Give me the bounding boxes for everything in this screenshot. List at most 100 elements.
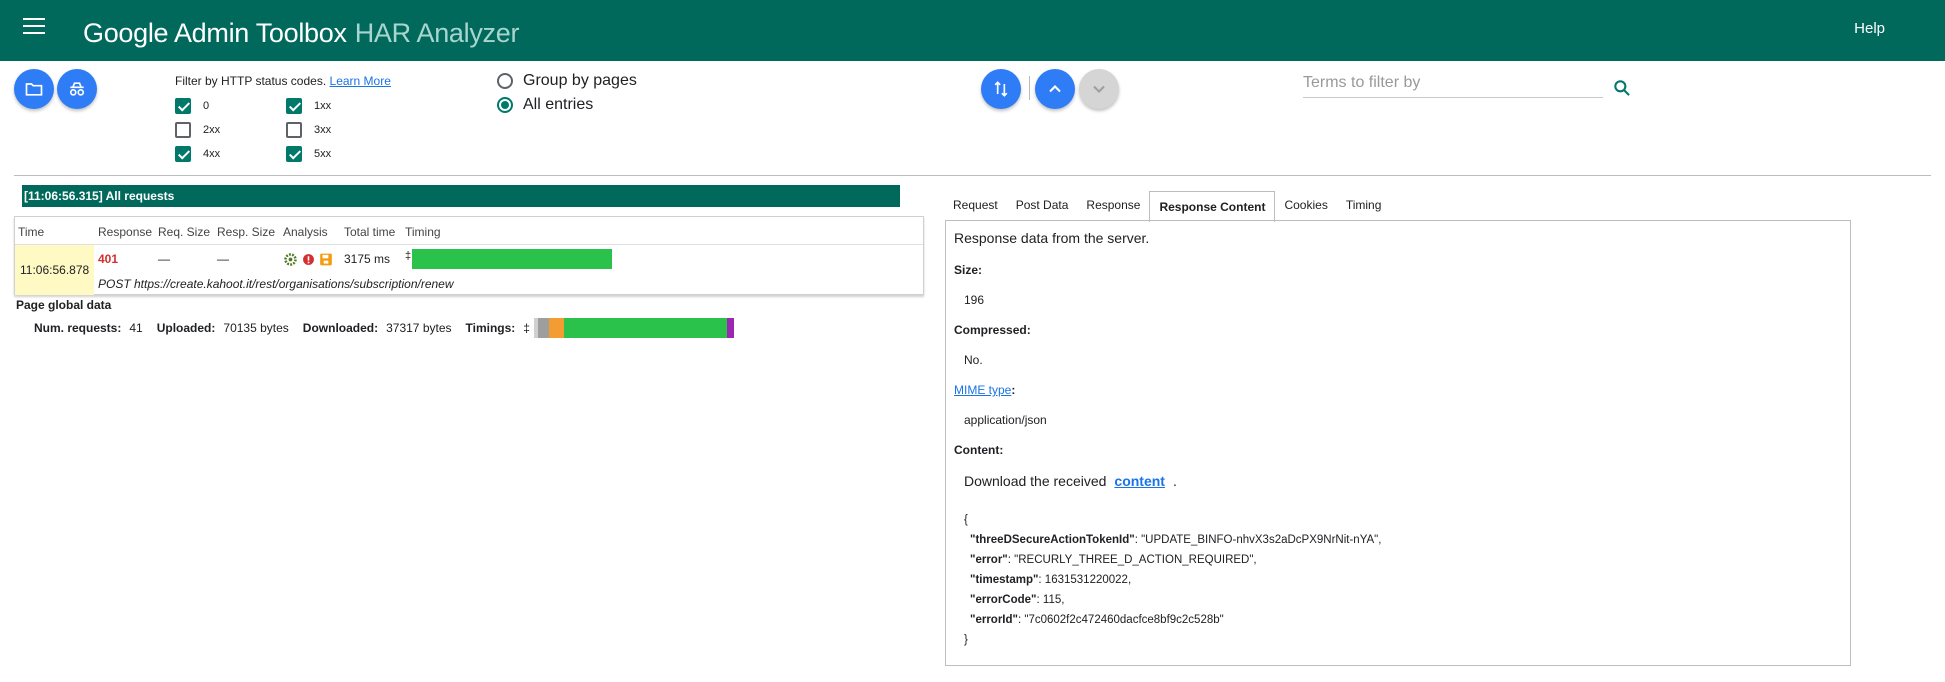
filter-search-input[interactable]: Terms to filter by (1303, 70, 1603, 98)
panel-description: Response data from the server. (954, 230, 1150, 246)
top-app-bar: Google Admin Toolbox HAR Analyzer Help (0, 0, 1945, 61)
json-key: "error" (970, 554, 1008, 566)
json-line: "timestamp": 1631531220022, (964, 570, 1381, 590)
open-file-button[interactable] (14, 69, 54, 109)
uploaded-label: Uploaded: (156, 321, 216, 335)
json-line: "errorId": "7c0602f2c472460dacfce8bf9c2c… (964, 610, 1381, 630)
tab-request[interactable]: Request (944, 190, 1007, 221)
toolbar-separator (1029, 76, 1030, 100)
filter-checkbox-3xx[interactable]: 3xx (286, 122, 331, 138)
tab-response-content[interactable]: Response Content (1149, 191, 1276, 222)
folder-icon (25, 83, 43, 96)
tool-name: HAR Analyzer (354, 18, 520, 48)
incognito-button[interactable] (57, 69, 97, 109)
checkbox[interactable] (286, 98, 302, 114)
mime-type-label: MIME type: (954, 383, 1015, 397)
download-suffix: . (1172, 473, 1177, 489)
filter-checkbox-4xx[interactable]: 4xx (175, 146, 220, 162)
previous-entry-button[interactable] (1035, 69, 1075, 109)
json-key: "timestamp" (970, 574, 1039, 586)
checkbox[interactable] (286, 146, 302, 162)
json-line: "error": "RECURLY_THREE_D_ACTION_REQUIRE… (964, 550, 1381, 570)
checkbox[interactable] (175, 98, 191, 114)
json-line: "errorCode": 115, (964, 590, 1381, 610)
global-timing-bar[interactable] (533, 318, 734, 338)
header-divider (15, 244, 923, 245)
req-size-value: — (158, 252, 170, 266)
column-header-total-time[interactable]: Total time (344, 225, 395, 239)
filter-checkbox-5xx[interactable]: 5xx (286, 146, 331, 162)
chevron-down-icon (1093, 85, 1105, 93)
checkbox[interactable] (175, 122, 191, 138)
sort-button[interactable] (981, 69, 1021, 109)
num-requests-value: 41 (129, 321, 143, 335)
radio-dot[interactable] (497, 73, 513, 89)
page-group-header[interactable]: [11:06:56.315] All requests (22, 185, 900, 207)
checkbox-label: 5xx (314, 148, 332, 160)
json-key: "threeDSecureActionTokenId" (970, 534, 1135, 546)
radio-dot[interactable] (497, 97, 513, 113)
column-header-timing[interactable]: Timing (405, 225, 441, 239)
timing-segment-wait (563, 318, 727, 338)
column-header-response[interactable]: Response (98, 225, 152, 239)
column-header-req-size[interactable]: Req. Size (158, 225, 210, 239)
divider (14, 175, 1931, 176)
tab-post-data[interactable]: Post Data (1007, 190, 1078, 221)
filter-checkbox-1xx[interactable]: 1xx (286, 98, 331, 114)
next-entry-button[interactable] (1079, 69, 1119, 109)
filter-checkbox-2xx[interactable]: 2xx (175, 122, 220, 138)
status-code[interactable]: 401 (98, 252, 118, 266)
gear-icon[interactable] (283, 252, 298, 267)
timing-segment-dns (537, 318, 549, 338)
learn-more-link[interactable]: Learn More (330, 74, 391, 88)
size-value: 196 (964, 293, 985, 307)
swap-vert-icon (994, 81, 1008, 97)
filter-checkbox-0[interactable]: 0 (175, 98, 209, 114)
entry-time-cell[interactable]: 11:06:56.878 (15, 245, 94, 295)
app-title: Google Admin Toolbox HAR Analyzer (83, 18, 519, 49)
analysis-icons (283, 252, 333, 267)
checkbox-label: 2xx (203, 124, 221, 136)
downloaded-value: 37317 bytes (386, 321, 452, 335)
menu-icon[interactable] (23, 18, 45, 36)
resp-size-value: — (217, 252, 229, 266)
timing-segment-receive (726, 318, 734, 338)
mime-type-value: application/json (964, 413, 1047, 427)
checkbox[interactable] (175, 146, 191, 162)
radio-label: Group by pages (523, 72, 637, 89)
checkbox[interactable] (286, 122, 302, 138)
checkbox-label: 4xx (203, 148, 221, 160)
column-header-resp-size[interactable]: Resp. Size (217, 225, 275, 239)
request-url[interactable]: POST https://create.kahoot.it/rest/organ… (98, 277, 454, 291)
compressed-label: Compressed: (954, 323, 1031, 337)
page-global-data: Num. requests: 41 Uploaded: 70135 bytes Do… (34, 318, 734, 338)
json-open-brace: { (964, 514, 968, 526)
group-by-pages-radio[interactable]: Group by pages (497, 72, 637, 90)
download-content-link[interactable]: content (1114, 473, 1165, 489)
page-global-data-title: Page global data (16, 298, 112, 312)
radio-label: All entries (523, 96, 594, 113)
response-content-panel: Response data from the server. Size: 196… (945, 220, 1851, 666)
num-requests-label: Num. requests: (34, 321, 122, 335)
detail-tabs: Request Post Data Response Response Cont… (944, 190, 1391, 222)
mime-type-link[interactable]: MIME type (954, 383, 1011, 397)
error-icon[interactable] (302, 252, 315, 267)
help-link[interactable]: Help (1854, 20, 1885, 37)
tab-timing[interactable]: Timing (1337, 190, 1391, 221)
all-entries-radio[interactable]: All entries (497, 96, 593, 114)
timing-bar-wait[interactable] (412, 249, 612, 269)
json-value: : "7c0602f2c472460dacfce8bf9c2c528b" (1017, 614, 1224, 626)
checkbox-label: 1xx (314, 100, 332, 112)
json-line: "threeDSecureActionTokenId": "UPDATE_BIN… (964, 530, 1381, 550)
tab-response[interactable]: Response (1077, 190, 1149, 221)
json-key: "errorCode" (970, 594, 1037, 606)
checkbox-label: 3xx (314, 124, 332, 136)
save-icon[interactable] (319, 252, 333, 267)
column-header-time[interactable]: Time (18, 225, 44, 239)
search-icon[interactable] (1612, 78, 1632, 98)
downloaded-label: Downloaded: (302, 321, 379, 335)
column-header-analysis[interactable]: Analysis (283, 225, 328, 239)
tab-cookies[interactable]: Cookies (1275, 190, 1336, 221)
checkbox-label: 0 (203, 100, 210, 112)
json-close-brace: } (964, 634, 968, 646)
